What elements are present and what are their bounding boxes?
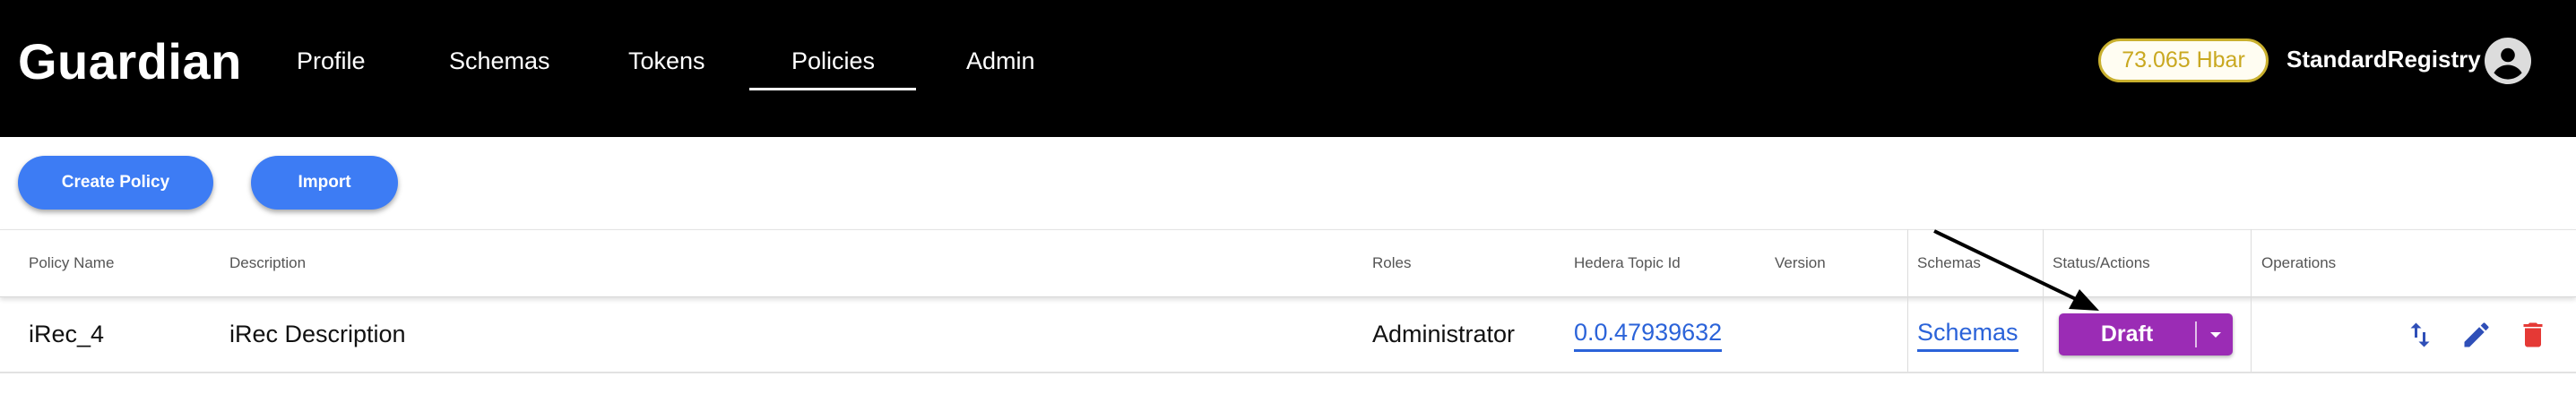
roles-cell: Administrator <box>1372 321 1516 347</box>
nav-active-indicator <box>749 88 916 90</box>
column-divider <box>2043 229 2044 373</box>
balance-badge: 73.065 Hbar <box>2098 39 2269 82</box>
nav-profile[interactable]: Profile <box>297 45 366 77</box>
nav-admin[interactable]: Admin <box>966 45 1035 77</box>
column-divider <box>1907 229 1908 373</box>
policy-name-cell: iRec_4 <box>29 321 105 347</box>
description-cell: iRec Description <box>229 321 406 347</box>
col-roles: Roles <box>1372 254 1412 271</box>
col-status-actions: Status/Actions <box>2053 254 2150 271</box>
arrow-drop-down-icon <box>2210 332 2221 338</box>
split-divider <box>2195 321 2197 347</box>
col-operations: Operations <box>2261 254 2337 271</box>
top-app-bar: Guardian Profile Schemas Tokens Policies… <box>0 0 2576 137</box>
column-divider <box>2251 229 2252 373</box>
delete-icon[interactable] <box>2517 319 2549 351</box>
nav-policies[interactable]: Policies <box>791 45 875 77</box>
create-policy-button[interactable]: Create Policy <box>18 156 213 210</box>
col-policy-name: Policy Name <box>29 254 115 271</box>
row-divider <box>0 372 2576 373</box>
app-logo: Guardian <box>18 33 242 90</box>
col-topic-id: Hedera Topic Id <box>1574 254 1681 271</box>
username[interactable]: StandardRegistry <box>2286 43 2481 75</box>
status-menu-toggle[interactable] <box>2199 313 2233 355</box>
status-draft-button[interactable]: Draft <box>2059 313 2195 355</box>
col-description: Description <box>229 254 307 271</box>
status-split-button: Draft <box>2059 313 2233 355</box>
import-button[interactable]: Import <box>251 156 398 210</box>
nav-schemas[interactable]: Schemas <box>449 45 550 77</box>
edit-icon[interactable] <box>2460 319 2493 351</box>
col-schemas: Schemas <box>1917 254 1981 271</box>
nav-tokens[interactable]: Tokens <box>628 45 705 77</box>
schemas-link[interactable]: Schemas <box>1917 317 2018 352</box>
topic-id-link[interactable]: 0.0.47939632 <box>1574 317 1723 352</box>
table-header: Policy Name Description Roles Hedera Top… <box>0 229 2576 297</box>
swap-vert-icon[interactable] <box>2404 319 2436 351</box>
col-version: Version <box>1775 254 1826 271</box>
account-circle-icon[interactable] <box>2485 38 2531 84</box>
